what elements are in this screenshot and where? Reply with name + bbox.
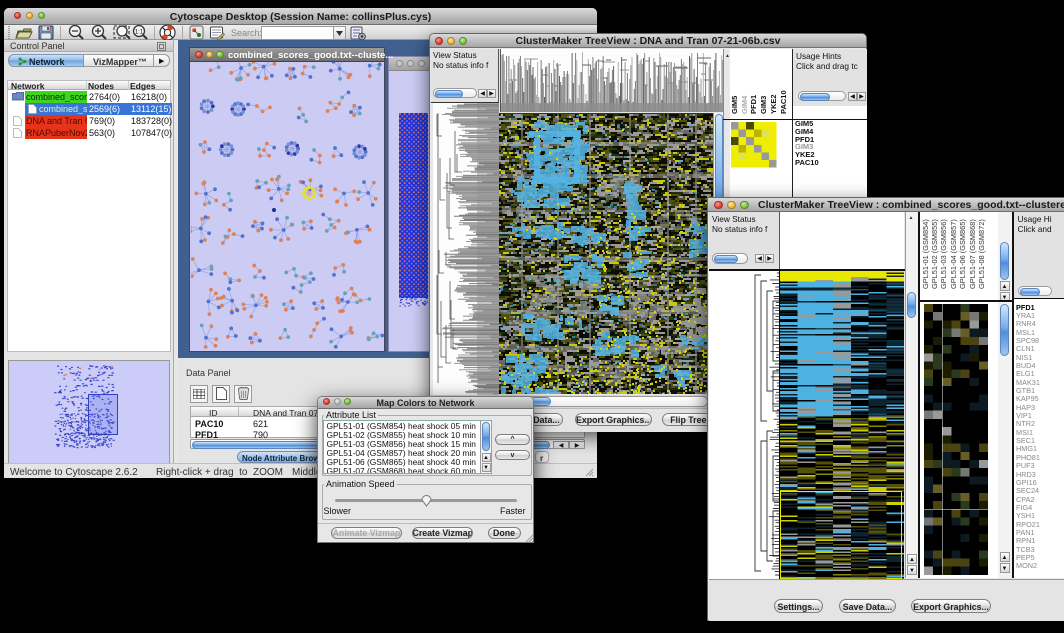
svg-text:1:1: 1:1: [135, 30, 144, 36]
